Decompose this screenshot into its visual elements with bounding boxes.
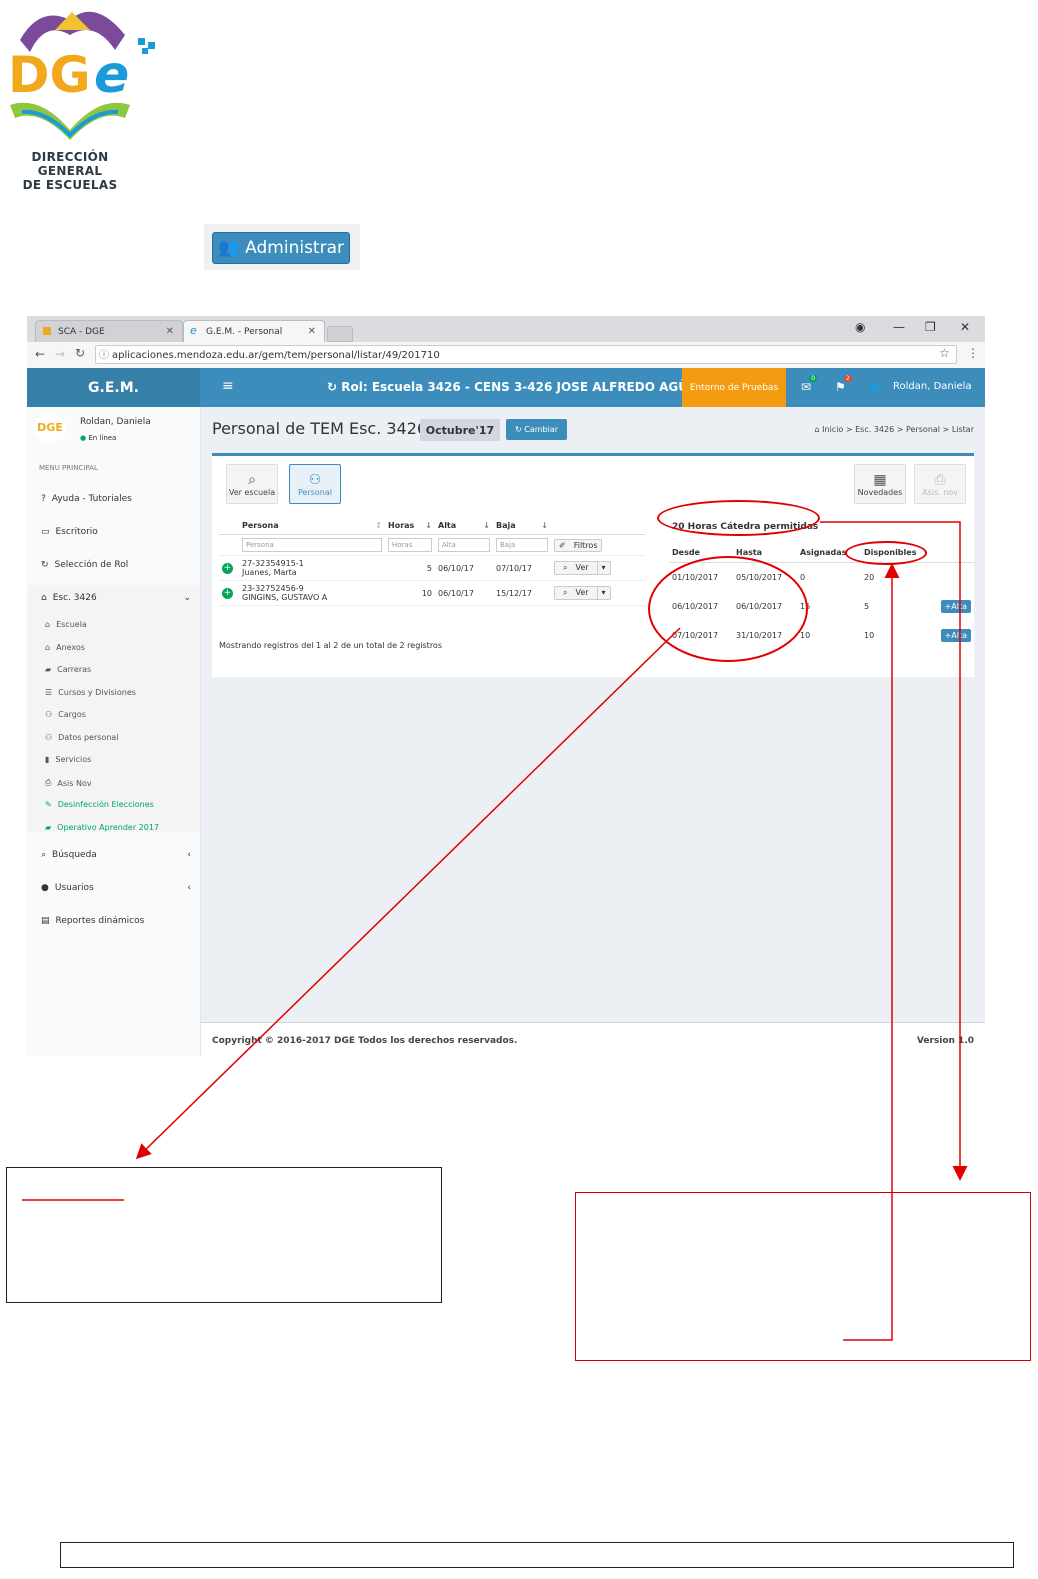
bottom-box <box>60 1542 1014 1568</box>
annotation-box-left <box>6 1167 442 1303</box>
annotation-box-right <box>575 1192 1031 1361</box>
